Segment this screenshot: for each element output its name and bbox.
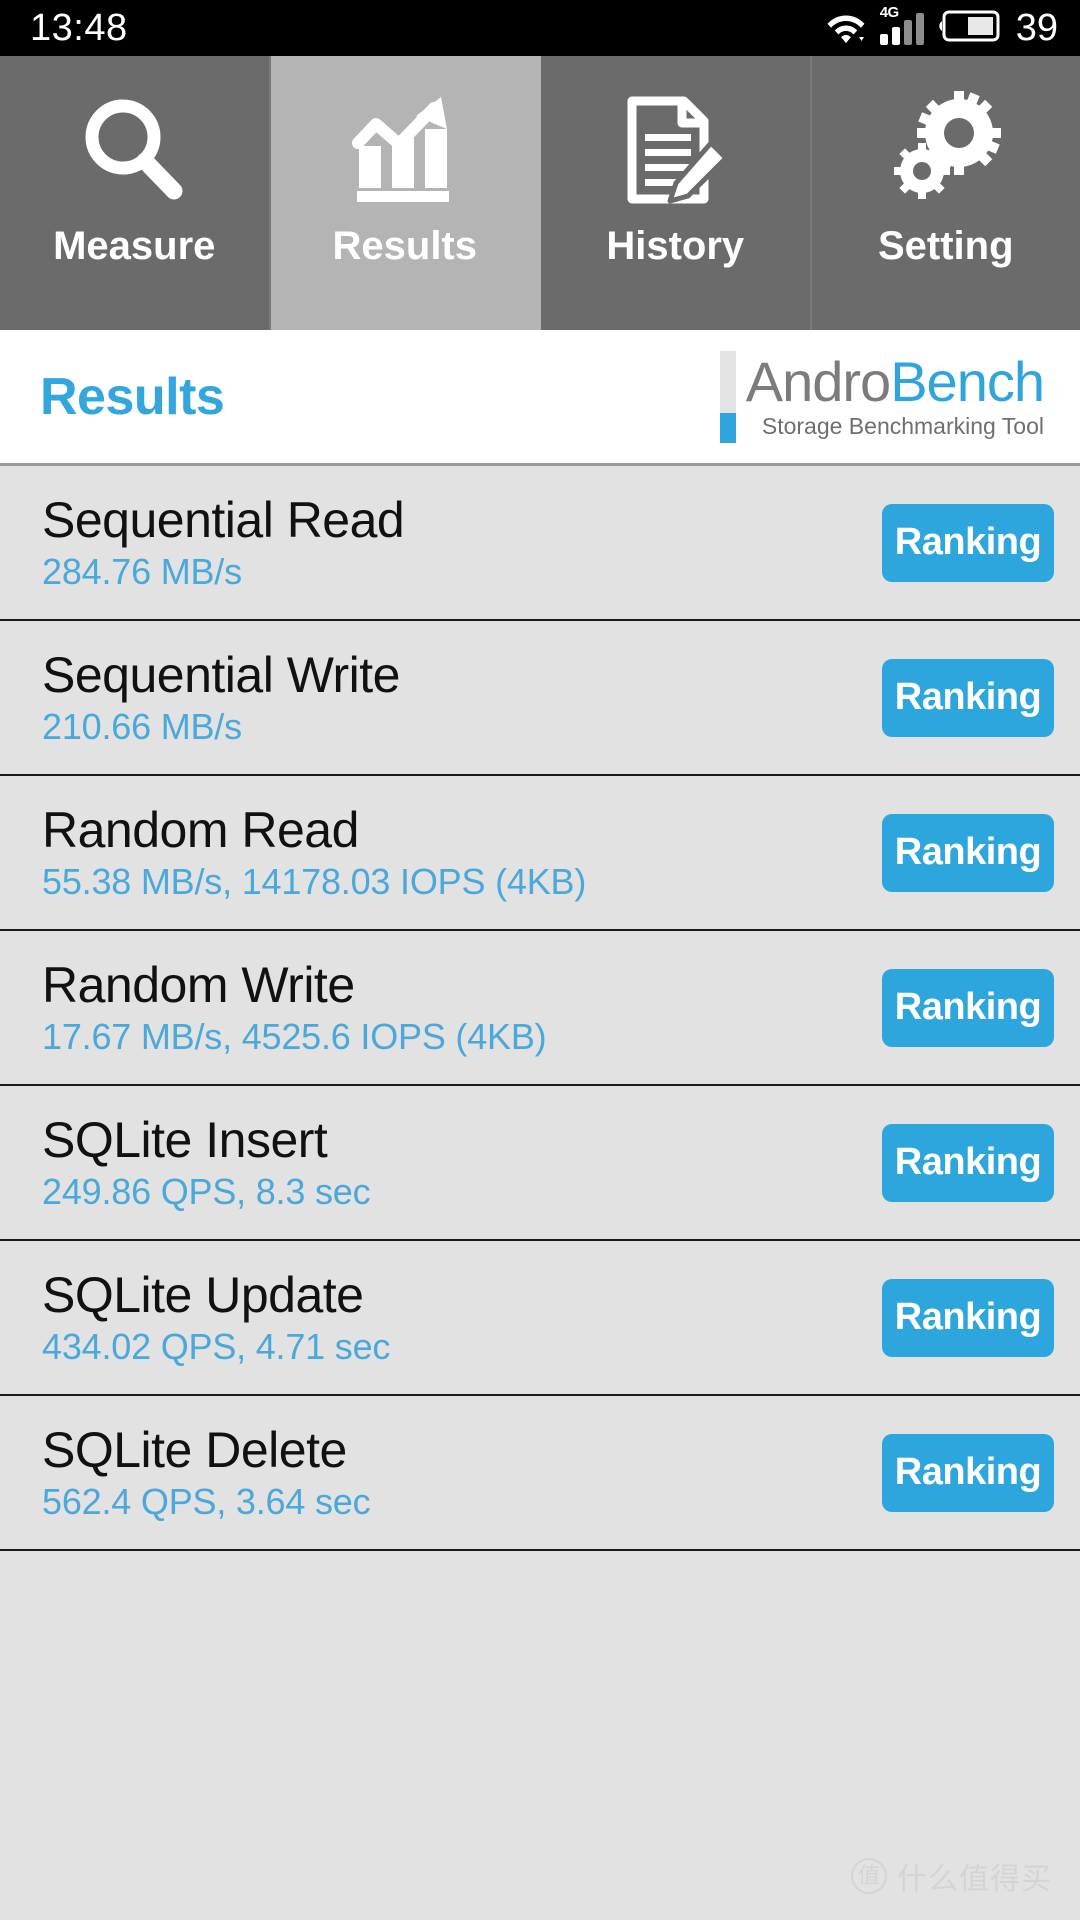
row-texts: Random Write 17.67 MB/s, 4525.6 IOPS (4K… [42,957,547,1057]
benchmark-value: 210.66 MB/s [42,705,242,747]
signal-bar-4 [915,13,924,45]
ranking-button[interactable]: Ranking [882,658,1054,737]
row-texts: Sequential Read 284.76 MB/s [42,492,405,592]
tab-results[interactable]: Results [270,56,541,330]
signal-bar-2 [891,27,900,45]
benchmark-name: SQLite Update [42,1267,364,1324]
app-root: 13:48 4G 39 Measure Results History Sett… [0,0,1080,1920]
wifi-icon [826,9,866,48]
results-list: Sequential Read 284.76 MB/s Ranking Sequ… [0,466,1080,1920]
battery-level-label: 39 [1015,7,1058,49]
benchmark-value: 249.86 QPS, 8.3 sec [42,1170,371,1212]
androbench-logo: AndroBench Storage Benchmarking Tool [719,350,1045,443]
logo-wordmark: AndroBench [745,350,1045,414]
signal-bars-icon: 4G [879,5,924,45]
tab-setting[interactable]: Setting [811,56,1080,330]
ranking-button[interactable]: Ranking [882,1123,1054,1202]
tab-measure-label: Measure [53,224,216,268]
benchmark-value: 17.67 MB/s, 4525.6 IOPS (4KB) [42,1015,547,1057]
document-pencil-icon [605,86,745,214]
benchmark-value: 55.38 MB/s, 14178.03 IOPS (4KB) [42,860,587,902]
ranking-button[interactable]: Ranking [882,1278,1054,1357]
benchmark-value: 284.76 MB/s [42,550,242,592]
status-indicators: 4G 39 [826,5,1058,49]
logo-text: AndroBench Storage Benchmarking Tool [745,350,1045,443]
benchmark-name: Sequential Write [42,647,400,704]
tab-history-label: History [606,224,745,268]
table-row[interactable]: Random Write 17.67 MB/s, 4525.6 IOPS (4K… [0,931,1080,1086]
benchmark-name: SQLite Insert [42,1112,328,1169]
row-texts: Sequential Write 210.66 MB/s [42,649,400,745]
page-title: Results [40,367,225,426]
status-clock: 13:48 [30,7,128,49]
table-row[interactable]: SQLite Delete 562.4 QPS, 3.64 sec Rankin… [0,1396,1080,1551]
row-texts: SQLite Update 434.02 QPS, 4.71 sec [42,1269,390,1365]
page-header: Results AndroBench Storage Benchmarking … [0,330,1080,466]
benchmark-name: Sequential Read [42,492,405,549]
row-texts: Random Read 55.38 MB/s, 14178.03 IOPS (4… [42,804,586,900]
gears-icon [876,86,1016,214]
benchmark-name: Random Read [42,802,359,859]
network-type-label: 4G [879,4,900,21]
tab-bar: Measure Results History Setting [0,56,1080,330]
ranking-button[interactable]: Ranking [882,503,1054,582]
tab-setting-label: Setting [877,224,1014,268]
logo-bar-bottom [719,412,736,443]
row-texts: SQLite Insert 249.86 QPS, 8.3 sec [42,1112,371,1212]
tab-history[interactable]: History [541,56,812,330]
ranking-button[interactable]: Ranking [882,1433,1054,1512]
row-texts: SQLite Delete 562.4 QPS, 3.64 sec [42,1422,371,1522]
signal-bar-1 [879,34,888,45]
table-row[interactable]: SQLite Insert 249.86 QPS, 8.3 sec Rankin… [0,1086,1080,1241]
bar-chart-arrow-icon [335,86,475,214]
table-row[interactable]: Sequential Write 210.66 MB/s Ranking [0,621,1080,776]
benchmark-name: Random Write [42,957,355,1014]
magnifier-icon [64,86,204,214]
battery-icon [938,9,1000,48]
signal-bar-3 [903,20,912,45]
benchmark-name: SQLite Delete [42,1422,347,1479]
ranking-button[interactable]: Ranking [882,968,1054,1047]
table-row[interactable]: Sequential Read 284.76 MB/s Ranking [0,466,1080,621]
logo-word-bench: Bench [890,350,1045,414]
logo-bar-top [719,350,736,413]
tab-results-label: Results [332,224,478,268]
tab-measure[interactable]: Measure [0,56,271,330]
benchmark-value: 562.4 QPS, 3.64 sec [42,1480,371,1522]
table-row[interactable]: SQLite Update 434.02 QPS, 4.71 sec Ranki… [0,1241,1080,1396]
benchmark-value: 434.02 QPS, 4.71 sec [42,1325,391,1367]
table-row[interactable]: Random Read 55.38 MB/s, 14178.03 IOPS (4… [0,776,1080,931]
logo-bar-icon [719,350,736,443]
logo-word-andro: Andro [745,350,891,414]
ranking-button[interactable]: Ranking [882,813,1054,892]
logo-tagline: Storage Benchmarking Tool [761,412,1044,439]
status-bar: 13:48 4G 39 [0,0,1080,56]
